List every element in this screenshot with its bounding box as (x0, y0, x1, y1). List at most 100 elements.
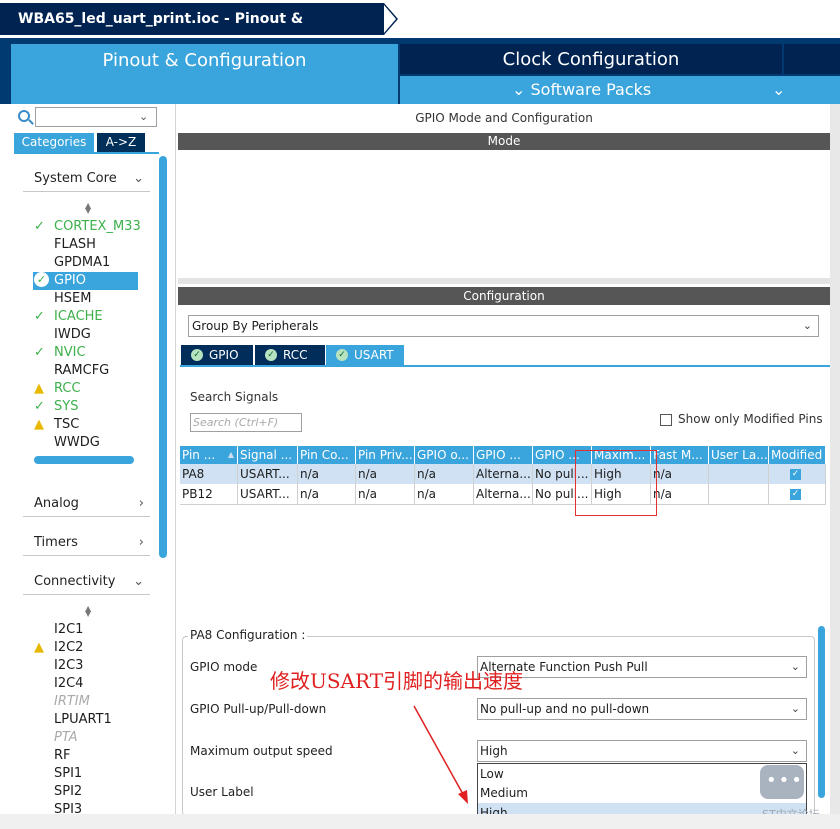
sidebar-item-flash[interactable]: FLASH (54, 236, 96, 254)
sidebar-item-spi3[interactable]: SPI3 (54, 801, 82, 813)
mode-area (178, 150, 830, 277)
sort-icon[interactable]: ▲ ▼ (85, 202, 91, 215)
table-cell[interactable] (709, 464, 769, 484)
vertical-scrollbar[interactable] (159, 156, 167, 558)
sort-icon[interactable]: ▲ ▼ (85, 605, 91, 618)
sidebar-item-tsc[interactable]: TSC (54, 416, 79, 434)
column-header[interactable]: Pin Co... (298, 446, 356, 464)
column-header[interactable]: Fast M... (651, 446, 709, 464)
tab-categories[interactable]: Categories (14, 133, 94, 152)
table-cell[interactable]: PB12 (180, 484, 238, 504)
tab-usart[interactable]: ✓ USART (326, 345, 404, 365)
column-header[interactable]: Modified (769, 446, 826, 464)
table-cell[interactable] (709, 484, 769, 504)
show-modified-checkbox[interactable] (660, 414, 672, 426)
category-title: Analog (34, 496, 79, 511)
table-cell[interactable]: n/a (298, 464, 356, 484)
sidebar-item-i2c4[interactable]: I2C4 (54, 675, 83, 693)
chevron-down-icon: ⌄ (133, 574, 144, 589)
gpio-mode-select[interactable]: Alternate Function Push Pull ⌄ (477, 656, 807, 678)
sidebar-item-i2c1[interactable]: I2C1 (54, 621, 83, 639)
sidebar-item-rf[interactable]: RF (54, 747, 71, 765)
category-connectivity[interactable]: Connectivity ⌄ (23, 571, 150, 595)
tab-clock-configuration[interactable]: Clock Configuration (400, 44, 782, 74)
table-cell[interactable]: PA8 (180, 464, 238, 484)
column-header[interactable]: GPIO ... (474, 446, 533, 464)
annotation-arrow (413, 705, 468, 804)
sidebar-item-hsem[interactable]: HSEM (54, 290, 91, 308)
warning-icon: ▲ (34, 381, 44, 396)
chevron-right-icon: › (138, 535, 144, 550)
sidebar-item-i2c2[interactable]: I2C2 (54, 639, 83, 657)
table-cell[interactable]: USART... (238, 484, 298, 504)
sidebar-item-wwdg[interactable]: WWDG (54, 434, 100, 452)
category-system-core[interactable]: System Core ⌄ (23, 168, 150, 192)
sidebar-item-rcc[interactable]: RCC (54, 380, 81, 398)
sidebar-item-sys[interactable]: SYS (54, 398, 78, 416)
table-cell[interactable]: USART... (238, 464, 298, 484)
sidebar-item-gpdma1[interactable]: GPDMA1 (54, 254, 110, 272)
column-header[interactable]: User La... (709, 446, 769, 464)
horizontal-scrollbar[interactable] (34, 456, 134, 464)
sidebar-item-iwdg[interactable]: IWDG (54, 326, 91, 344)
sidebar-item-i2c3[interactable]: I2C3 (54, 657, 83, 675)
table-cell[interactable]: Alterna... (474, 484, 533, 504)
splitter[interactable] (178, 278, 830, 284)
max-output-speed-value: High (480, 744, 508, 758)
chevron-right-icon: › (138, 496, 144, 511)
subtab-software-packs[interactable]: ⌄ Software Packs (512, 79, 651, 101)
sidebar-item-gpio[interactable]: GPIO (54, 272, 86, 290)
modified-checkbox[interactable]: ✓ (790, 469, 801, 480)
chevron-down-icon: ⌄ (802, 319, 812, 332)
table-cell[interactable]: n/a (356, 464, 415, 484)
table-cell[interactable]: n/a (298, 484, 356, 504)
group-by-select[interactable]: Group By Peripherals ⌄ (188, 315, 819, 337)
table-cell[interactable]: n/a (651, 484, 709, 504)
table-cell[interactable]: n/a (651, 464, 709, 484)
max-output-speed-select[interactable]: High ⌄ (477, 740, 807, 762)
sidebar-item-spi1[interactable]: SPI1 (54, 765, 82, 783)
speed-option-low[interactable]: Low (478, 764, 806, 784)
tab-gpio-label: GPIO (209, 348, 239, 362)
sidebar-item-ramcfg[interactable]: RAMCFG (54, 362, 109, 380)
column-header[interactable]: Signal ... (238, 446, 298, 464)
sidebar-item-spi2[interactable]: SPI2 (54, 783, 82, 801)
sidebar-item-irtim[interactable]: IRTIM (54, 693, 90, 711)
user-label-label: User Label (190, 785, 254, 799)
sidebar-item-lpuart1[interactable]: LPUART1 (54, 711, 112, 729)
column-header[interactable]: GPIO o... (415, 446, 474, 464)
speed-option-medium[interactable]: Medium (478, 783, 806, 803)
modified-checkbox[interactable]: ✓ (790, 489, 801, 500)
tab-overflow[interactable] (784, 44, 840, 74)
tab-pinout-configuration[interactable]: Pinout & Configuration (11, 44, 398, 104)
warning-icon: ▲ (34, 640, 44, 655)
sidebar-item-pta[interactable]: PTA (54, 729, 77, 747)
configuration-header: Configuration (178, 287, 830, 305)
table-cell[interactable]: Alterna... (474, 464, 533, 484)
category-title: System Core (34, 171, 117, 186)
gpio-pull-select[interactable]: No pull-up and no pull-down ⌄ (477, 698, 807, 720)
sidebar-item-icache[interactable]: ICACHE (54, 308, 103, 326)
tab-a-z[interactable]: A->Z (97, 133, 145, 152)
sidebar-item-cortex-m33[interactable]: CORTEX_M33 (54, 218, 141, 236)
pa8-configuration-title: PA8 Configuration : (188, 628, 308, 642)
tab-underline (14, 152, 159, 154)
vertical-scrollbar[interactable] (818, 626, 825, 798)
chat-dots-icon: ••• (766, 770, 804, 791)
check-icon: ✓ (34, 309, 45, 324)
table-cell[interactable]: n/a (415, 484, 474, 504)
tab-gpio[interactable]: ✓ GPIO (181, 345, 253, 365)
file-tab[interactable]: WBA65_led_uart_print.ioc - Pinout & Conf… (0, 3, 384, 59)
tab-rcc[interactable]: ✓ RCC (255, 345, 325, 365)
sidebar-item-nvic[interactable]: NVIC (54, 344, 86, 362)
column-header[interactable]: Pin ... ▲ (180, 446, 238, 464)
column-header[interactable]: Pin Priv... (356, 446, 415, 464)
chevron-down-icon[interactable]: ⌄ (139, 110, 148, 123)
status-bar (0, 814, 840, 829)
table-cell[interactable]: n/a (415, 464, 474, 484)
table-cell[interactable]: n/a (356, 484, 415, 504)
search-signals-input[interactable]: Search (Ctrl+F) (190, 413, 302, 432)
chevron-down-icon: ⌄ (512, 80, 526, 99)
category-timers[interactable]: Timers › (23, 532, 150, 556)
category-analog[interactable]: Analog › (23, 493, 150, 517)
